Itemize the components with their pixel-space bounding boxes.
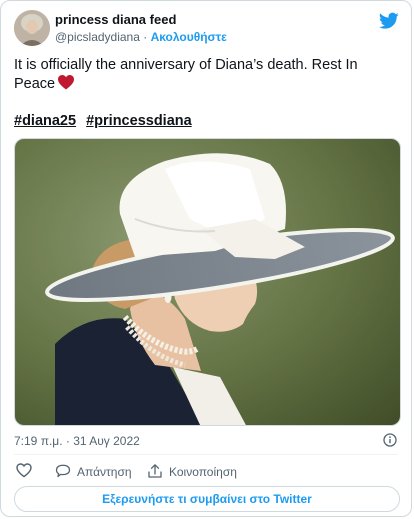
- author-names: princess diana feed @picsladydiana · Ακο…: [55, 12, 227, 45]
- share-button[interactable]: Κοινοποίηση: [147, 463, 237, 481]
- explore-twitter-button[interactable]: Εξερευνήστε τι συμβαίνει στο Twitter: [14, 486, 400, 512]
- hashtags: #diana25 #princessdiana: [14, 112, 198, 130]
- reply-label: Απάντηση: [77, 465, 132, 479]
- follow-button[interactable]: Ακολουθήστε: [151, 30, 227, 44]
- heart-outline-icon: [16, 463, 38, 481]
- info-icon[interactable]: [383, 433, 397, 447]
- tweet-card: princess diana feed @picsladydiana · Ακο…: [0, 0, 412, 517]
- tweet-header: princess diana feed @picsladydiana · Ακο…: [14, 10, 399, 50]
- tweet-photo[interactable]: [14, 138, 401, 426]
- separator-dot: ·: [143, 30, 148, 44]
- share-label: Κοινοποίηση: [169, 465, 237, 479]
- tweet-text-block: It is officially the anniversary of Dian…: [14, 56, 399, 96]
- red-heart-icon: [58, 75, 75, 96]
- divider: [14, 454, 398, 455]
- author-handle[interactable]: @picsladydiana: [55, 30, 140, 44]
- author-handle-row: @picsladydiana · Ακολουθήστε: [55, 29, 227, 45]
- reply-button[interactable]: Απάντηση: [55, 463, 132, 481]
- speech-bubble-icon: [55, 463, 77, 482]
- hashtag-princessdiana[interactable]: #princessdiana: [86, 113, 192, 129]
- share-upload-icon: [147, 463, 169, 482]
- twitter-bird-icon[interactable]: [378, 12, 399, 30]
- tweet-timestamp[interactable]: 7:19 π.μ. · 31 Αυγ 2022: [14, 434, 140, 448]
- author-display-name[interactable]: princess diana feed: [55, 12, 227, 28]
- hashtag-diana25[interactable]: #diana25: [14, 113, 76, 129]
- avatar[interactable]: [14, 10, 50, 46]
- like-button[interactable]: [16, 463, 38, 481]
